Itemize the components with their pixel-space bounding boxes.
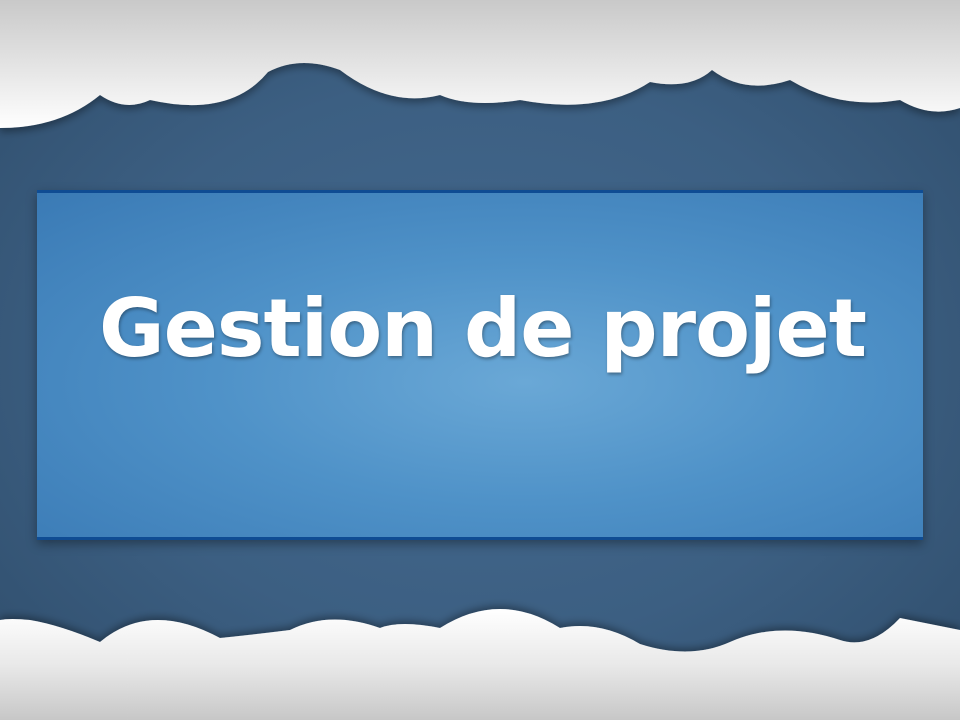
bottom-cloud-border <box>0 609 960 720</box>
title-panel: Gestion de projet <box>37 190 923 540</box>
top-cloud-border <box>0 0 960 128</box>
slide-title: Gestion de projet <box>99 282 867 375</box>
